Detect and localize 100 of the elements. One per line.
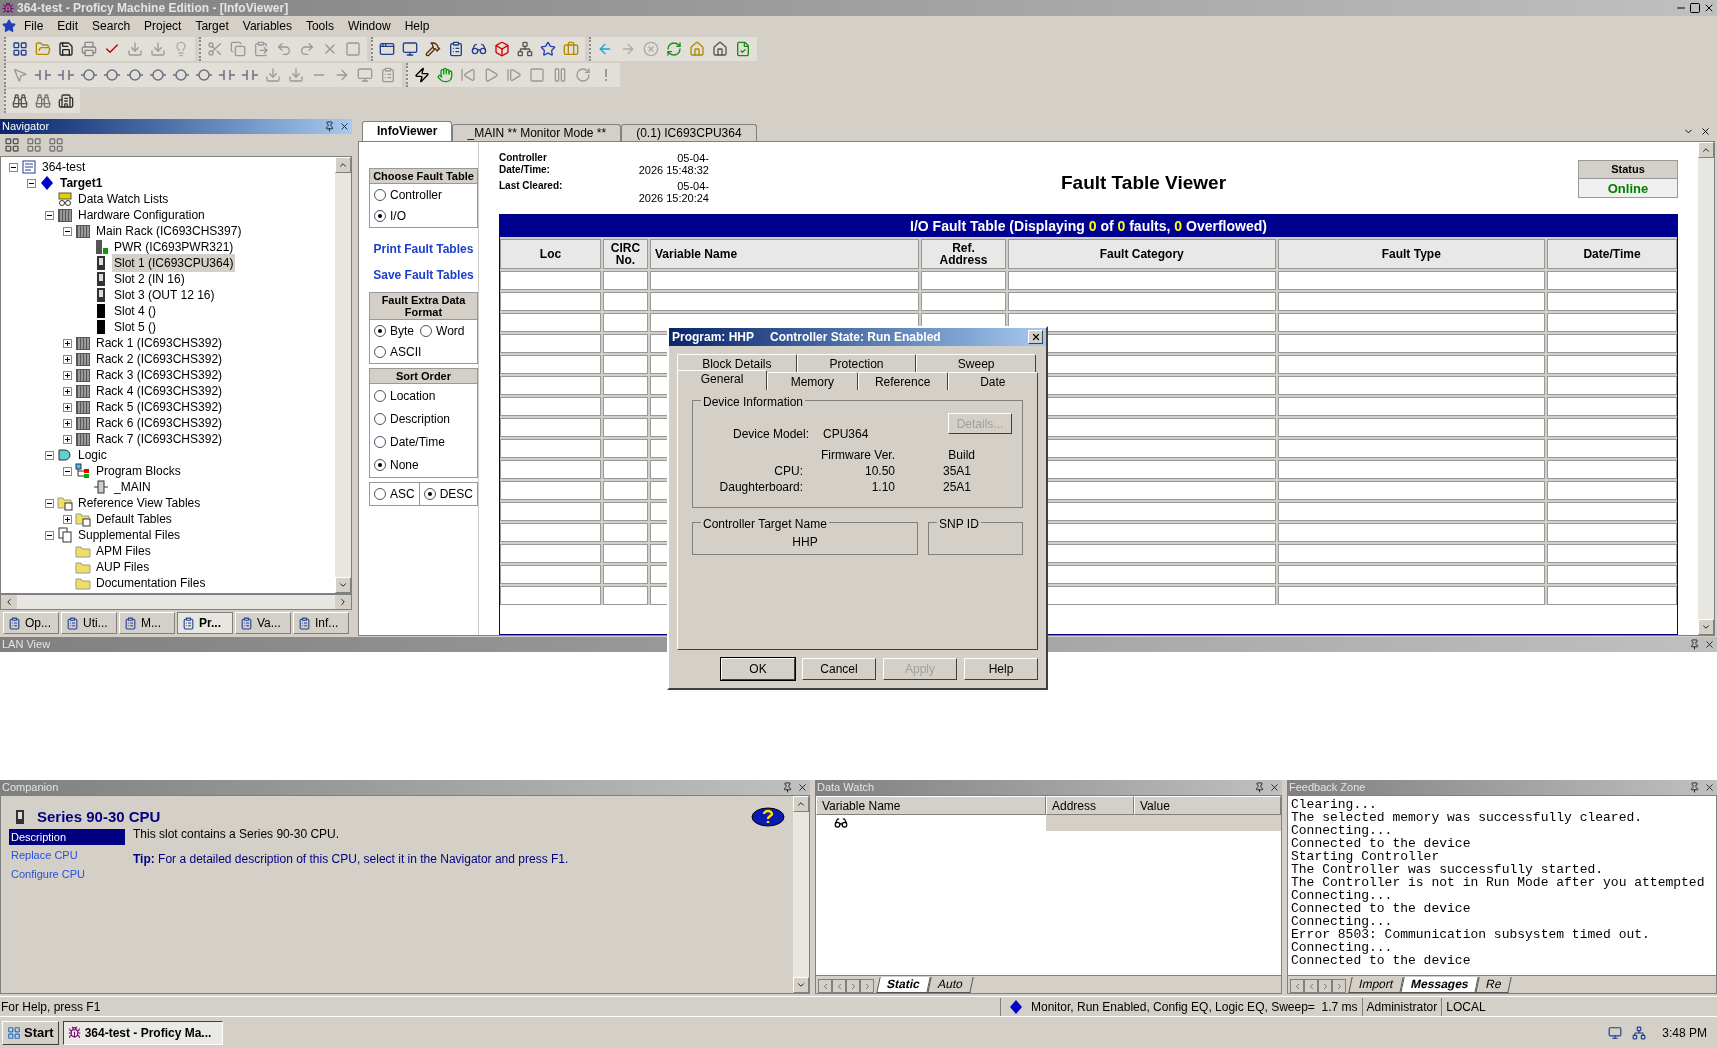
tree-item[interactable]: Reference View Tables bbox=[76, 494, 203, 512]
menu-item[interactable]: Search bbox=[86, 16, 137, 35]
tree-item[interactable]: Slot 1 (IC693CPU364) bbox=[112, 254, 236, 272]
tree-item[interactable]: Rack 6 (IC693CHS392) bbox=[94, 414, 225, 432]
tree-item[interactable]: PWR (IC693PWR321) bbox=[112, 238, 236, 256]
navigator-tab[interactable]: Uti... bbox=[61, 612, 117, 634]
tree-item[interactable]: AUP Files bbox=[94, 558, 152, 576]
menu-item[interactable]: Edit bbox=[51, 16, 85, 35]
tree-item[interactable]: Slot 2 (IN 16) bbox=[112, 270, 187, 288]
tree-item[interactable]: Logic bbox=[76, 446, 109, 464]
companion-link[interactable]: Description bbox=[9, 828, 125, 845]
radio-label: ASCII bbox=[390, 344, 422, 361]
menu-item[interactable]: Project bbox=[138, 16, 188, 35]
menu-item[interactable]: Help bbox=[398, 16, 436, 35]
menu-item[interactable]: Tools bbox=[299, 16, 340, 35]
link[interactable]: Save Fault Tables bbox=[369, 266, 478, 284]
group-title: Sort Order bbox=[370, 369, 477, 384]
companion-link[interactable]: Configure CPU bbox=[9, 865, 125, 882]
tree-item[interactable]: Slot 3 (OUT 12 16) bbox=[112, 286, 217, 304]
info-value: 05-04- bbox=[677, 152, 709, 164]
dialog-tab[interactable]: Memory bbox=[767, 372, 858, 390]
tree-item[interactable]: Rack 2 (IC693CHS392) bbox=[94, 350, 225, 368]
field-value: CPU364 bbox=[823, 426, 869, 443]
table-title: I/O Fault Table (Displaying 0 of 0 faults, 0 Overflowed) bbox=[500, 215, 1677, 237]
taskbar-button[interactable]: 364-test - Proficy Ma... bbox=[62, 1020, 223, 1045]
feedback-line: Connected to the device bbox=[1291, 837, 1472, 850]
tree-item[interactable]: Hardware Configuration bbox=[76, 206, 207, 224]
menu-item[interactable]: Variables bbox=[236, 16, 298, 35]
radio-label: ASC bbox=[390, 486, 415, 503]
navigator-tab[interactable]: Op... bbox=[3, 612, 59, 634]
tree-item[interactable]: Supplemental Files bbox=[76, 526, 183, 544]
radio-label: Byte bbox=[390, 323, 414, 340]
menu-item[interactable]: Window bbox=[341, 16, 397, 35]
tree-item[interactable]: Slot 4 () bbox=[112, 302, 158, 320]
column-header: Loc bbox=[500, 239, 601, 269]
tab[interactable]: Import bbox=[1348, 977, 1404, 993]
menu-item[interactable]: Target bbox=[189, 16, 235, 35]
field-value: 10.50 bbox=[863, 463, 895, 479]
dialog-tab[interactable]: Sweep bbox=[916, 354, 1036, 372]
tree-item[interactable]: APM Files bbox=[94, 542, 153, 560]
tree-item[interactable]: Rack 5 (IC693CHS392) bbox=[94, 398, 225, 416]
feedback-line: Clearing... bbox=[1291, 798, 1377, 811]
dialog-button[interactable]: OK bbox=[721, 658, 795, 680]
tree-item[interactable]: Documentation Files bbox=[94, 574, 208, 592]
tip-text: Tip: For a detailed description of this CPU, select it in the Navigator and press F1. bbox=[133, 850, 569, 868]
tab[interactable]: Static bbox=[876, 977, 931, 993]
radio-label: Controller bbox=[390, 187, 443, 204]
radio-label: Word bbox=[436, 323, 465, 340]
status-text: LOCAL bbox=[1441, 997, 1490, 1016]
tree-item[interactable]: Rack 1 (IC693CHS392) bbox=[94, 334, 225, 352]
column-header: Ref. Address bbox=[921, 239, 1006, 269]
status-label: Status bbox=[1579, 161, 1677, 179]
tree-item[interactable]: Rack 3 (IC693CHS392) bbox=[94, 366, 225, 384]
tab[interactable]: Re bbox=[1475, 977, 1513, 993]
tree-item[interactable]: _MAIN bbox=[112, 478, 153, 496]
panel-title: Data Watch bbox=[817, 782, 875, 793]
navigator-tab[interactable]: M... bbox=[119, 612, 175, 634]
status-value: Online bbox=[1606, 179, 1650, 198]
field-value: 1.10 bbox=[870, 479, 895, 495]
navigator-tab[interactable]: Inf... bbox=[293, 612, 349, 634]
tree-item[interactable]: Rack 4 (IC693CHS392) bbox=[94, 382, 225, 400]
tree-item[interactable]: Target1 bbox=[58, 174, 105, 192]
group-title: Choose Fault Table bbox=[370, 169, 477, 184]
feedback-line: The Controller was successfully started. bbox=[1291, 863, 1605, 876]
start-button[interactable]: Start bbox=[2, 1020, 59, 1045]
dialog-button[interactable]: Cancel bbox=[802, 658, 876, 680]
link[interactable]: Print Fault Tables bbox=[369, 240, 478, 258]
column-header: CIRC No. bbox=[603, 239, 648, 269]
column-header: Build bbox=[947, 447, 975, 463]
info-label: Date/Time: bbox=[499, 164, 550, 176]
document-tab[interactable]: (0.1) IC693CPU364 bbox=[621, 124, 757, 141]
dialog-tab[interactable]: Date bbox=[947, 372, 1038, 390]
info-label: Last Cleared: bbox=[499, 180, 563, 192]
tree-item[interactable]: Data Watch Lists bbox=[76, 190, 171, 208]
tab[interactable]: Messages bbox=[1400, 977, 1480, 993]
field-value: HHP bbox=[792, 533, 818, 551]
menu-item[interactable]: File bbox=[18, 16, 50, 35]
dialog-tab[interactable]: Reference bbox=[857, 372, 948, 390]
tree-item[interactable]: Program Blocks bbox=[94, 462, 183, 480]
tree-item[interactable]: Main Rack (IC693CHS397) bbox=[94, 222, 244, 240]
tab[interactable]: Auto bbox=[927, 977, 974, 993]
dialog-tab[interactable]: General bbox=[677, 370, 768, 390]
companion-link[interactable]: Replace CPU bbox=[9, 847, 125, 864]
dialog-button[interactable]: Help bbox=[964, 658, 1038, 680]
tree-item[interactable]: Slot 5 () bbox=[112, 318, 158, 336]
companion-heading: Series 90-30 CPU bbox=[37, 807, 161, 827]
group-title: Fault Extra Data Format bbox=[370, 293, 477, 320]
dialog-tab[interactable]: Protection bbox=[796, 354, 917, 372]
document-tab[interactable]: _MAIN ** Monitor Mode ** bbox=[452, 124, 622, 141]
status-text: For Help, press F1 bbox=[0, 998, 102, 1016]
tree-item[interactable]: Rack 7 (IC693CHS392) bbox=[94, 430, 225, 448]
navigator-tab[interactable]: Pr... bbox=[177, 612, 233, 634]
radio-label: Date/Time bbox=[390, 434, 445, 451]
navigator-tab[interactable]: Va... bbox=[235, 612, 291, 634]
tree-item[interactable]: 364-test bbox=[40, 158, 88, 176]
document-tab[interactable]: InfoViewer bbox=[362, 121, 453, 141]
radio-label: Description bbox=[390, 411, 451, 428]
tree-item[interactable]: Default Tables bbox=[94, 510, 174, 528]
column-header: Firmware Ver. bbox=[820, 447, 895, 463]
panel-title: Companion bbox=[2, 782, 59, 793]
